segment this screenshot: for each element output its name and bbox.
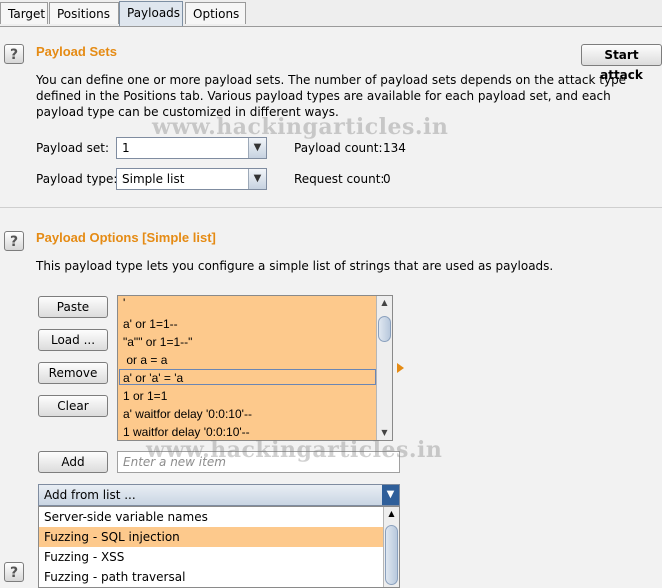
payload-set-label: Payload set:	[36, 141, 109, 155]
payload-sets-desc-line-2: defined in the Positions tab. Various pa…	[36, 89, 611, 103]
payload-sets-desc-line-1: You can define one or more payload sets.…	[36, 73, 627, 87]
list-item[interactable]: '	[123, 296, 125, 310]
tab-target[interactable]: Target	[0, 2, 48, 24]
payload-sets-title: Payload Sets	[36, 44, 117, 59]
add-button[interactable]: Add	[38, 451, 108, 473]
add-from-list-value: Add from list ...	[44, 488, 136, 502]
list-item[interactable]: or a = a	[123, 353, 167, 367]
request-count-value: 0	[383, 172, 391, 186]
dropdown-option[interactable]: Server-side variable names	[39, 507, 385, 527]
chevron-down-icon: ▼	[248, 169, 266, 189]
payload-count-label: Payload count:	[294, 141, 383, 155]
list-item[interactable]: a' waitfor delay '0:0:10'--	[123, 407, 252, 421]
payload-list[interactable]: ' a' or 1=1-- "a"" or 1=1--" or a = a a'…	[117, 295, 393, 441]
triangle-right-icon[interactable]	[397, 363, 404, 373]
payload-set-value: 1	[122, 141, 130, 155]
chevron-down-icon: ▼	[382, 485, 399, 505]
payload-sets-desc-line-3: payload type can be customized in differ…	[36, 105, 339, 119]
payload-type-value: Simple list	[122, 172, 185, 186]
dropdown-option-selected[interactable]: Fuzzing - SQL injection	[39, 527, 385, 547]
new-item-placeholder: Enter a new item	[123, 455, 226, 469]
payload-type-select[interactable]: Simple list ▼	[116, 168, 267, 190]
add-from-list-select[interactable]: Add from list ... ▼	[38, 484, 400, 506]
list-item[interactable]: 1 or 1=1	[123, 389, 167, 403]
dropdown-option[interactable]: Fuzzing - XSS	[39, 547, 385, 567]
dropdown-scrollbar[interactable]: ▲	[383, 507, 399, 587]
list-item[interactable]: 1 waitfor delay '0:0:10'--	[123, 425, 250, 439]
payload-count-value: 134	[383, 141, 406, 155]
tab-payloads[interactable]: Payloads	[119, 1, 183, 26]
dropdown-option[interactable]: Fuzzing - path traversal	[39, 567, 385, 587]
tab-options[interactable]: Options	[185, 2, 246, 24]
list-item-selected[interactable]: a' or 'a' = 'a	[123, 371, 183, 385]
payload-options-title: Payload Options [Simple list]	[36, 230, 216, 245]
scrollbar-thumb[interactable]	[378, 316, 391, 342]
new-item-input[interactable]: Enter a new item	[117, 451, 400, 473]
help-icon[interactable]: ?	[4, 231, 24, 251]
remove-button[interactable]: Remove	[38, 362, 108, 384]
payload-type-label: Payload type:	[36, 172, 118, 186]
load-button[interactable]: Load ...	[38, 329, 108, 351]
section-divider	[0, 207, 662, 208]
clear-button[interactable]: Clear	[38, 395, 108, 417]
chevron-down-icon: ▼	[248, 138, 266, 158]
arrow-up-icon[interactable]: ▲	[384, 507, 399, 521]
scrollbar-thumb[interactable]	[385, 525, 398, 585]
payload-options-desc: This payload type lets you configure a s…	[36, 259, 554, 273]
help-icon[interactable]: ?	[4, 562, 24, 582]
add-from-list-dropdown[interactable]: Server-side variable names Fuzzing - SQL…	[38, 506, 400, 588]
list-item[interactable]: a' or 1=1--	[123, 317, 178, 331]
request-count-label: Request count:	[294, 172, 385, 186]
list-item[interactable]: "a"" or 1=1--"	[123, 335, 192, 349]
tab-positions[interactable]: Positions	[49, 2, 119, 24]
payload-list-scrollbar[interactable]: ▲ ▼	[376, 296, 392, 440]
arrow-down-icon[interactable]: ▼	[377, 426, 392, 440]
arrow-up-icon[interactable]: ▲	[377, 296, 392, 310]
payload-set-select[interactable]: 1 ▼	[116, 137, 267, 159]
tab-bar: Target Positions Payloads Options	[0, 0, 662, 27]
start-attack-button[interactable]: Start attack	[581, 44, 662, 82]
paste-button[interactable]: Paste	[38, 296, 108, 318]
help-icon[interactable]: ?	[4, 44, 24, 64]
